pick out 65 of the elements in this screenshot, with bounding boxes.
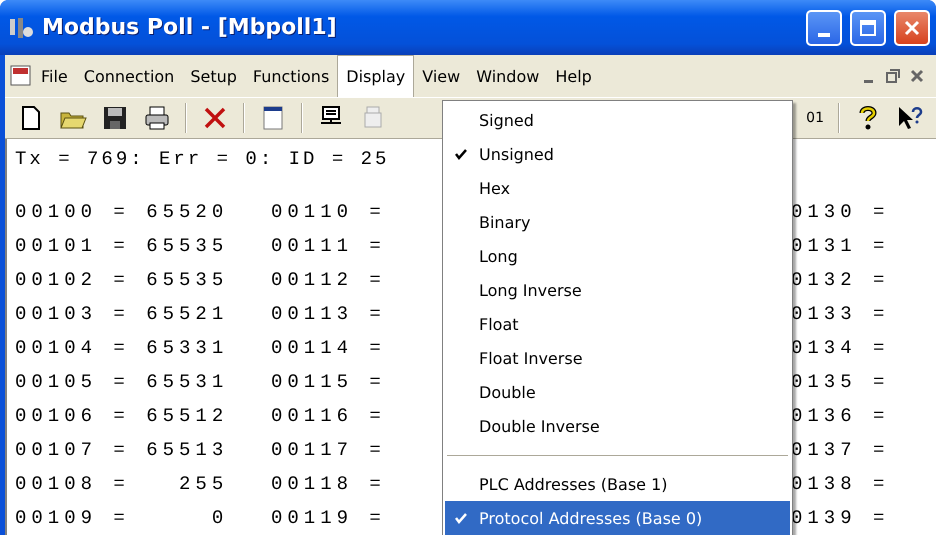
menu-option[interactable]: Long Inverse	[445, 273, 790, 307]
menu-item[interactable]: Functions	[244, 55, 338, 97]
menu-item[interactable]: Display	[337, 55, 414, 97]
menu-item[interactable]: Connection	[76, 55, 182, 97]
register-line: 0131 =	[791, 234, 890, 259]
register-line: 00109 = 0	[15, 506, 228, 531]
menu-item[interactable]: Window	[468, 55, 548, 97]
register-line: 00113 =	[271, 302, 386, 327]
register-line: 0137 =	[791, 438, 890, 463]
menu-option[interactable]: Float Inverse	[445, 341, 790, 375]
register-line: 00105 = 65531	[15, 370, 228, 395]
menu-option[interactable]: Hex	[445, 171, 790, 205]
save-icon[interactable]	[101, 104, 129, 132]
menu-item[interactable]: Help	[547, 55, 600, 97]
register-line: 0134 =	[791, 336, 890, 361]
register-line: 00118 =	[271, 472, 386, 497]
register-line: 00112 =	[271, 268, 386, 293]
context-help-icon[interactable]	[896, 104, 924, 132]
register-line: 0132 =	[791, 268, 890, 293]
menu-option[interactable]: PLC Addresses (Base 1)	[445, 467, 790, 501]
register-line: 0136 =	[791, 404, 890, 429]
minimize-icon	[818, 32, 830, 36]
maximize-button[interactable]	[850, 10, 886, 46]
register-line: 0138 =	[791, 472, 890, 497]
menu-option[interactable]: Signed	[445, 103, 790, 137]
register-line: 00117 =	[271, 438, 386, 463]
restore-icon[interactable]	[886, 66, 900, 86]
toolbar-text: 01	[806, 110, 824, 126]
menu-option[interactable]: Unsigned	[445, 137, 790, 171]
register-line: 00116 =	[271, 404, 386, 429]
register-line: 00108 = 255	[15, 472, 228, 497]
register-line: 00103 = 65521	[15, 302, 228, 327]
register-line: 0133 =	[791, 302, 890, 327]
register-line: 00111 =	[271, 234, 386, 259]
menu-item[interactable]: File	[33, 55, 76, 97]
register-line: 00114 =	[271, 336, 386, 361]
register-line: 00101 = 65535	[15, 234, 228, 259]
register-line: 00115 =	[271, 370, 386, 395]
register-line: 00110 =	[271, 200, 386, 225]
menu-option[interactable]: Protocol Addresses (Base 0)	[445, 501, 790, 535]
register-line: 0135 =	[791, 370, 890, 395]
menu-option[interactable]: Double Inverse	[445, 409, 790, 443]
menu-item[interactable]: Setup	[182, 55, 245, 97]
menu-item[interactable]: View	[414, 55, 468, 97]
register-line: 0139 =	[791, 506, 890, 531]
status-line: Tx = 769: Err = 0: ID = 25	[15, 147, 390, 172]
register-line: 00104 = 65331	[15, 336, 228, 361]
document-icon	[9, 64, 33, 88]
close-button[interactable]	[894, 10, 930, 46]
register-line: 00100 = 65520	[15, 200, 228, 225]
window-title: Modbus Poll - [Mbpoll1]	[42, 15, 338, 40]
register-line: 00107 = 65513	[15, 438, 228, 463]
menu-option[interactable]: Binary	[445, 205, 790, 239]
register-line: 00119 =	[271, 506, 386, 531]
register-line: 00102 = 65535	[15, 268, 228, 293]
register-line: 00106 = 65512	[15, 404, 228, 429]
maximize-icon	[859, 18, 877, 36]
minimize-button[interactable]	[806, 10, 842, 46]
menu-option[interactable]: Double	[445, 375, 790, 409]
close-icon	[903, 18, 921, 36]
menu-option[interactable]: Long	[445, 239, 790, 273]
register-line: 0130 =	[791, 200, 890, 225]
app-icon	[8, 16, 34, 40]
print-icon[interactable]	[143, 104, 171, 132]
menu-option[interactable]: Float	[445, 307, 790, 341]
